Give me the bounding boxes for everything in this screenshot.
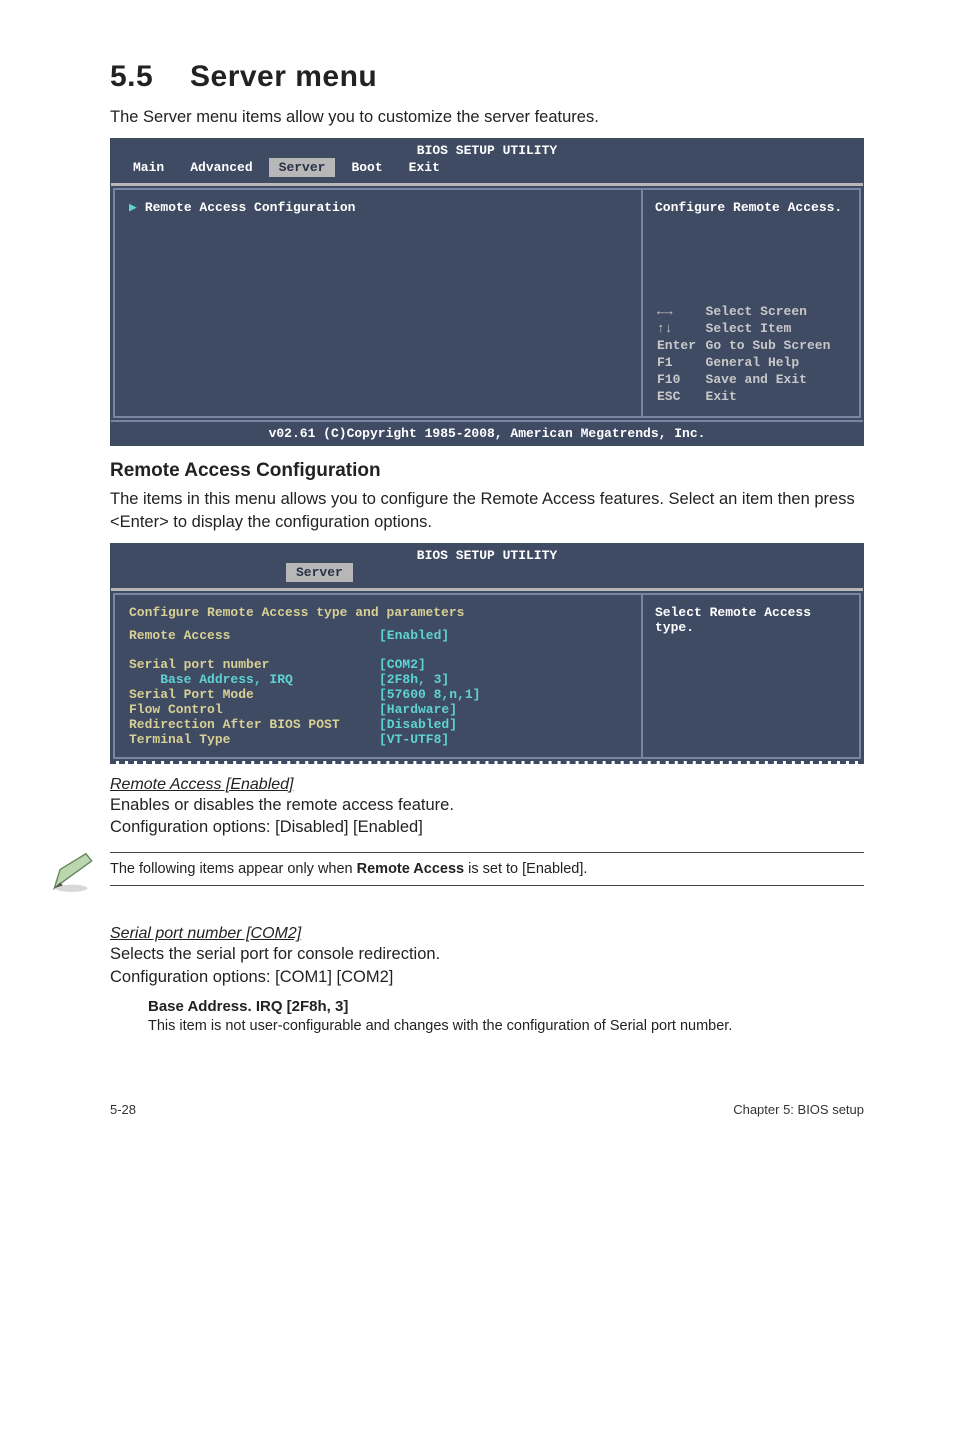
footer-right: Chapter 5: BIOS setup (733, 1102, 864, 1117)
bios1-right-help: Configure Remote Access. (655, 200, 847, 215)
note-pre: The following items appear only when (110, 861, 357, 877)
sub-setting-body: This item is not user-configurable and c… (148, 1017, 864, 1037)
bios-screenshot-1: BIOS SETUP UTILITY Main Advanced Server Boo… (110, 138, 864, 446)
section-title: Server menu (190, 60, 377, 93)
bios1-tab-main: Main (123, 158, 174, 177)
help-key-row: F1General Help (657, 355, 845, 370)
bios2-left-panel: Configure Remote Access type and paramet… (113, 593, 641, 759)
setting-serial-port-line2: Configuration options: [COM1] [COM2] (110, 966, 864, 988)
bios2-field-row: Base Address, IRQ[2F8h, 3] (129, 672, 627, 687)
note-row: The following items appear only when Rem… (50, 852, 864, 899)
note-text: The following items appear only when Rem… (110, 852, 864, 886)
bios-screenshot-2: BIOS SETUP UTILITY Server Configure Remo… (110, 543, 864, 761)
bios2-field-label: Redirection After BIOS POST (129, 717, 379, 732)
bios1-tab-server: Server (269, 158, 336, 177)
bios2-field-row: Terminal Type[VT-UTF8] (129, 732, 627, 747)
bios1-help-keys: ←→Select Screen ↑↓Select Item EnterGo to S… (655, 302, 847, 406)
bios1-tabs: Main Advanced Server Boot Exit (111, 158, 863, 183)
bios2-header-line: Configure Remote Access type and paramet… (129, 605, 627, 620)
setting-remote-access-line2: Configuration options: [Disabled] [Enabl… (110, 816, 864, 838)
bios2-field-value: [VT-UTF8] (379, 732, 449, 747)
bios2-field-row: Flow Control[Hardware] (129, 702, 627, 717)
help-key-row: ↑↓Select Item (657, 321, 845, 336)
bios2-field-label: Remote Access (129, 628, 379, 643)
bios1-footer: v02.61 (C)Copyright 1985-2008, American … (111, 420, 863, 445)
help-key-row: ←→Select Screen (657, 304, 845, 319)
bios2-field-label: Serial Port Mode (129, 687, 379, 702)
intro-text: The Server menu items allow you to custo… (110, 106, 864, 128)
setting-remote-access-head: Remote Access [Enabled] (110, 776, 294, 794)
bios1-left-panel: ▶ Remote Access Configuration (113, 188, 641, 418)
bios2-field-label: Flow Control (129, 702, 379, 717)
bios2-right-help: Select Remote Access type. (655, 605, 847, 635)
bios2-field-value: [57600 8,n,1] (379, 687, 480, 702)
bios2-field-label: Terminal Type (129, 732, 379, 747)
setting-remote-access-line1: Enables or disables the remote access fe… (110, 794, 864, 816)
bios1-item: Remote Access Configuration (145, 200, 356, 215)
help-key-row: F10Save and Exit (657, 372, 845, 387)
bios2-field-value: [Hardware] (379, 702, 457, 717)
bios2-tab-server: Server (286, 563, 353, 582)
bios2-field-row: Redirection After BIOS POST[Disabled] (129, 717, 627, 732)
bios2-field-row: Remote Access[Enabled] (129, 628, 627, 643)
remote-access-body: The items in this menu allows you to con… (110, 488, 864, 533)
section-heading: 5.5Server menu (110, 60, 864, 94)
bios2-field-value: [2F8h, 3] (379, 672, 449, 687)
submenu-arrow-icon: ▶ (129, 200, 137, 215)
bios1-right-panel: Configure Remote Access. ←→Select Screen… (641, 188, 861, 418)
note-bold: Remote Access (357, 861, 464, 877)
help-key-row: EnterGo to Sub Screen (657, 338, 845, 353)
bios2-field-label: Base Address, IRQ (129, 672, 379, 687)
setting-serial-port-line1: Selects the serial port for console redi… (110, 943, 864, 965)
footer-left: 5-28 (110, 1102, 136, 1117)
bios1-tab-advanced: Advanced (180, 158, 262, 177)
sub-setting-head: Base Address. IRQ [2F8h, 3] (148, 998, 864, 1015)
section-number: 5.5 (110, 60, 190, 94)
bios2-tabs: Server (111, 563, 863, 588)
note-post: is set to [Enabled]. (464, 861, 587, 877)
help-key-row: ESCExit (657, 389, 845, 404)
bios1-tab-boot: Boot (341, 158, 392, 177)
setting-serial-port-head: Serial port number [COM2] (110, 925, 301, 943)
bios2-field-value: [Disabled] (379, 717, 457, 732)
remote-access-heading: Remote Access Configuration (110, 460, 864, 482)
bios1-tab-exit: Exit (399, 158, 450, 177)
bios2-field-value: [Enabled] (379, 628, 449, 643)
bios2-field-row: Serial Port Mode[57600 8,n,1] (129, 687, 627, 702)
bios1-title: BIOS SETUP UTILITY (111, 139, 863, 158)
bios2-right-panel: Select Remote Access type. (641, 593, 861, 759)
bios2-title: BIOS SETUP UTILITY (111, 544, 863, 563)
pencil-note-icon (50, 848, 104, 899)
bios2-field-value: [COM2] (379, 657, 426, 672)
page-footer: 5-28 Chapter 5: BIOS setup (0, 1102, 954, 1147)
bios2-field-row: Serial port number[COM2] (129, 657, 627, 672)
bios2-field-label: Serial port number (129, 657, 379, 672)
